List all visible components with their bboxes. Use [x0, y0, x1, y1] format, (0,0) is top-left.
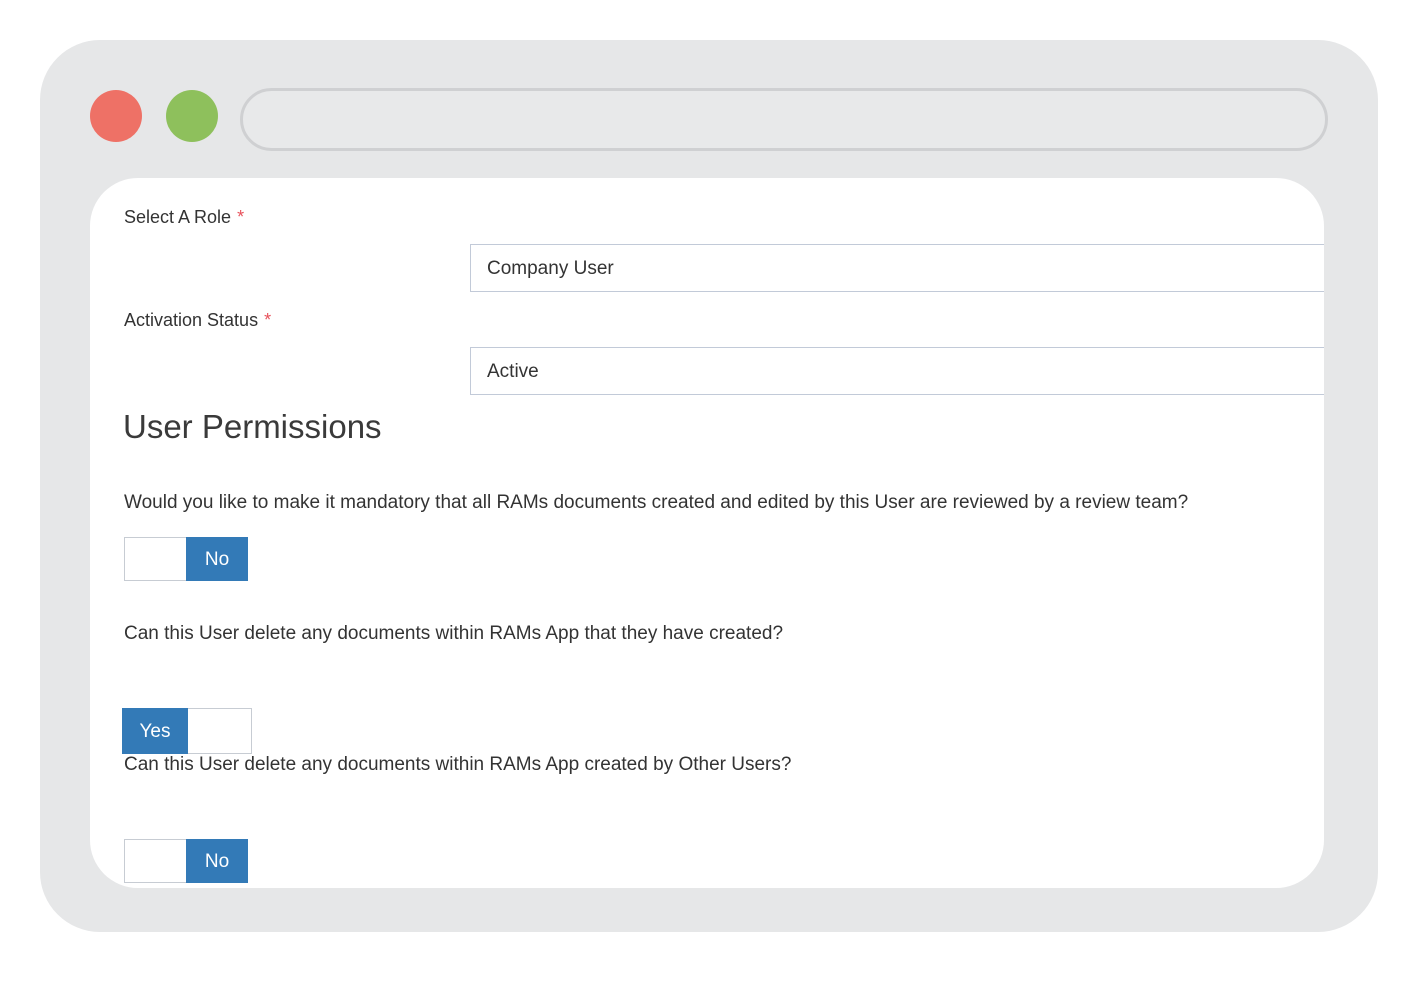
toggle-knob: No	[186, 537, 248, 581]
activation-status-select[interactable]: Active	[470, 347, 1324, 395]
required-asterisk: *	[237, 207, 245, 227]
activation-select-value: Active	[487, 361, 539, 382]
toggle-knob: Yes	[122, 708, 188, 754]
toggle-label: No	[204, 851, 230, 872]
review-mandatory-toggle[interactable]: No	[124, 537, 248, 581]
role-label-text: Select A Role	[124, 207, 232, 227]
permission-question-delete-others-documents: Can this User delete any documents withi…	[124, 754, 792, 775]
toggle-label: Yes	[139, 721, 171, 742]
activation-label-text: Activation Status	[124, 310, 259, 330]
toggle-label: No	[204, 549, 230, 570]
maximize-window-dot[interactable]	[166, 90, 218, 142]
required-asterisk: *	[264, 310, 272, 330]
role-select-value: Company User	[487, 258, 614, 279]
close-window-dot[interactable]	[90, 90, 142, 142]
delete-others-documents-toggle[interactable]: No	[124, 839, 248, 883]
address-bar[interactable]	[240, 88, 1328, 151]
role-select[interactable]: Company User	[470, 244, 1324, 292]
toggle-knob: No	[186, 839, 248, 883]
browser-window: Select A Role * Company User Activation S…	[40, 40, 1378, 932]
activation-field-label: Activation Status *	[124, 310, 271, 331]
permission-question-delete-own-documents: Can this User delete any documents withi…	[124, 623, 784, 644]
role-field-label: Select A Role *	[124, 207, 244, 228]
permission-question-review-mandatory: Would you like to make it mandatory that…	[124, 492, 1189, 513]
delete-own-documents-toggle[interactable]: Yes	[122, 708, 252, 754]
section-title-user-permissions: User Permissions	[123, 408, 382, 445]
page-content: Select A Role * Company User Activation S…	[90, 178, 1324, 888]
